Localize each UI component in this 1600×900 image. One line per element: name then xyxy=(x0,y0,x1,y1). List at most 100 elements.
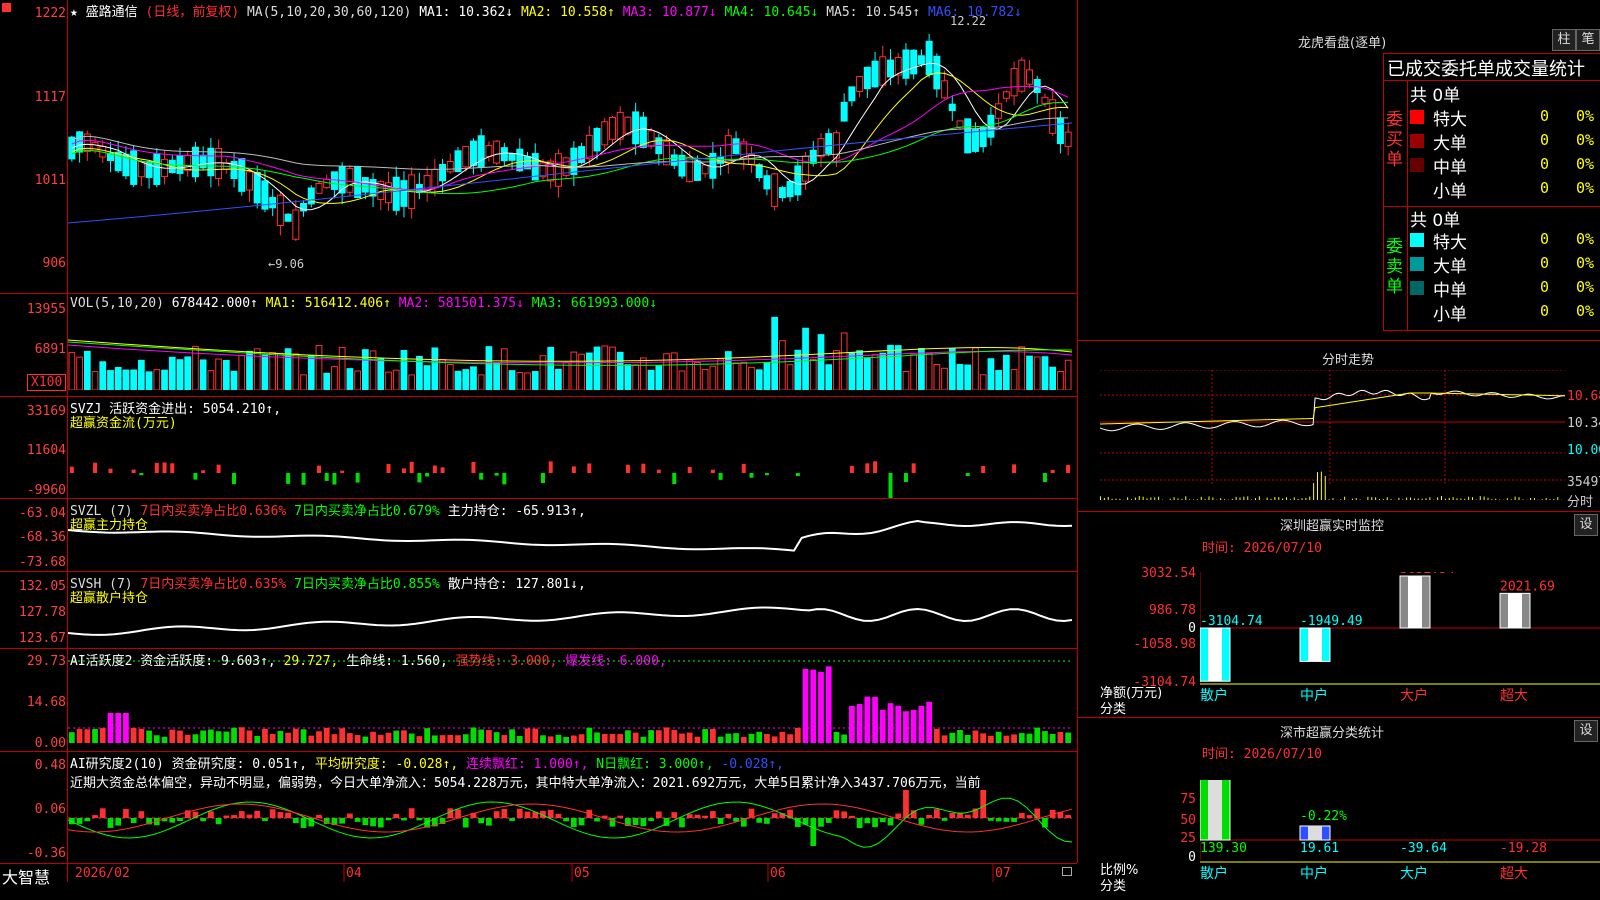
candle-body xyxy=(485,145,493,158)
fenshi-ytick: 10.34 xyxy=(1567,416,1600,431)
candle-body xyxy=(593,128,601,152)
candle-body xyxy=(1033,79,1041,94)
activity-bar xyxy=(269,733,276,743)
bar-mode-button[interactable]: 柱 xyxy=(1552,29,1576,51)
sz-monitor-title: 深圳超赢实时监控 xyxy=(1280,519,1385,534)
volume-bar xyxy=(570,351,578,390)
activity-bar xyxy=(988,735,994,743)
activity-bar xyxy=(177,730,183,743)
svzj-ytick: 11604 xyxy=(26,443,66,458)
ai-research-v5: -0.028↑, xyxy=(721,757,785,772)
volume-bar xyxy=(709,365,717,390)
research-bar xyxy=(99,808,106,818)
activity-bar xyxy=(455,735,461,743)
fenshi-volume-bar xyxy=(1406,497,1408,500)
tick-mode-button[interactable]: 笔 xyxy=(1576,29,1600,51)
volume-bar xyxy=(477,374,485,390)
activity-bar xyxy=(501,735,508,743)
volume-bar xyxy=(755,369,763,390)
research-bar xyxy=(578,818,585,826)
candle-body xyxy=(601,121,609,146)
activity-bar xyxy=(802,668,809,743)
research-bar xyxy=(1018,812,1025,818)
activity-bar xyxy=(717,736,724,743)
candle-body xyxy=(763,175,771,190)
monitor-value-label: 2021.69 xyxy=(1500,579,1555,594)
activity-bar xyxy=(1065,732,1071,743)
research-bar xyxy=(933,809,940,818)
activity-bar xyxy=(764,733,770,743)
fund-flow-bar xyxy=(710,469,715,473)
activity-bar xyxy=(547,736,554,743)
fenshi-volume-bar xyxy=(1410,497,1411,500)
fenshi-volume-bar xyxy=(1444,498,1446,500)
volume-bar xyxy=(222,360,230,390)
ai-research-ytick: -0.36 xyxy=(26,846,66,861)
sz-monitor-time: 时间: 2026/07/10 xyxy=(1202,541,1322,556)
candle-body xyxy=(995,103,1003,119)
fenshi-volume-bar xyxy=(1138,496,1140,500)
research-bar xyxy=(524,811,531,818)
volume-bar xyxy=(887,344,894,390)
research-bar xyxy=(833,810,840,818)
fenshi-volume-bar xyxy=(1464,498,1466,500)
candle-body xyxy=(392,176,400,211)
volume-bar xyxy=(323,372,331,390)
sz-class-settings-button[interactable]: 设 xyxy=(1574,720,1598,742)
volume-bar xyxy=(933,364,941,390)
fenshi-volume-bar xyxy=(1386,497,1388,500)
activity-bar xyxy=(192,734,199,743)
candle-body xyxy=(948,103,956,112)
fund-flow-bar xyxy=(641,463,646,473)
fenshi-volume-bar xyxy=(1255,498,1256,500)
fenshi-volume-bar xyxy=(1367,496,1369,500)
fenshi-volume-bar xyxy=(1266,497,1268,500)
fund-flow-bar xyxy=(548,461,553,473)
volume-bar xyxy=(740,361,748,390)
fenshi-ytick: 10.68 xyxy=(1567,389,1600,404)
fund-flow-bar xyxy=(340,470,345,473)
buy-row-label: 中单 xyxy=(1433,158,1467,178)
research-bar xyxy=(810,818,817,846)
svzj-chart xyxy=(69,461,1071,498)
ai-research-comment: 近期大资金总体偏空，异动不明显，偏弱势，今日大单净流入：5054.228万元，其… xyxy=(70,776,981,791)
vol-unit-badge[interactable]: X100 xyxy=(27,374,67,391)
vol-ytick: 6891 xyxy=(34,342,66,357)
fenshi-volume-bar xyxy=(1173,497,1175,500)
activity-bar xyxy=(571,735,577,743)
volume-bar xyxy=(83,350,91,390)
svzl-ytick: -63.04 xyxy=(19,506,66,521)
volume-bar xyxy=(130,369,138,390)
fund-flow-bar xyxy=(494,473,499,476)
svsh-chart xyxy=(68,606,1073,636)
research-bar xyxy=(756,818,763,823)
research-bar xyxy=(385,818,392,821)
research-bar xyxy=(764,818,770,824)
volume-bar xyxy=(500,348,508,390)
fenshi-volume-bar xyxy=(1103,497,1105,500)
monitor-bar-highlight xyxy=(1408,576,1422,628)
ai-research-red: 连续飘红: 1.000↑, xyxy=(466,757,589,772)
buy-total: 共 0单 xyxy=(1410,86,1461,106)
volume-bar xyxy=(647,369,655,390)
activity-bar xyxy=(725,733,732,743)
fund-flow-bar xyxy=(440,467,445,473)
candle-body xyxy=(910,49,918,75)
candle-body xyxy=(68,136,76,160)
fenshi-volume-bar xyxy=(1398,497,1400,500)
research-bar xyxy=(1003,818,1010,822)
monitor-category-label: 超大 xyxy=(1500,688,1528,704)
activity-bar xyxy=(825,666,832,743)
buy-row-label: 大单 xyxy=(1433,134,1467,154)
chart-ytick: 25 xyxy=(1180,831,1196,846)
sz-monitor-settings-button[interactable]: 设 xyxy=(1574,514,1598,536)
candle-body xyxy=(786,180,794,198)
fund-flow-bar xyxy=(332,473,337,485)
candle-body xyxy=(238,158,246,192)
volume-bar xyxy=(354,370,361,390)
fenshi-volume-bar xyxy=(1375,497,1377,500)
activity-bar xyxy=(1057,732,1064,743)
fenshi-volume-bar xyxy=(1328,499,1330,500)
svsh-ytick: 132.05 xyxy=(19,579,66,594)
activity-bar xyxy=(130,727,137,743)
